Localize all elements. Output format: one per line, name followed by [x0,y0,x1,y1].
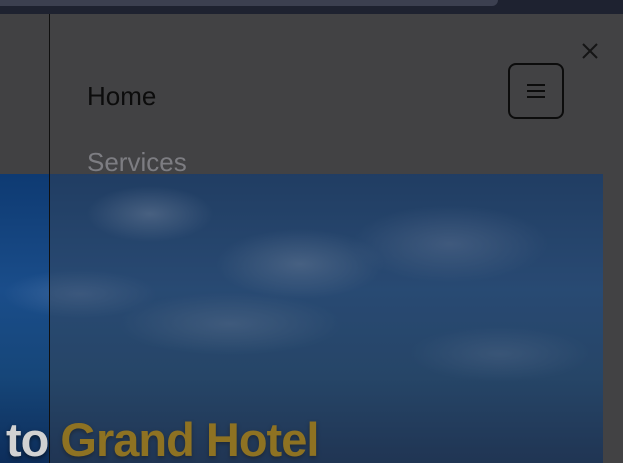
nav-item-services[interactable]: Services [87,149,187,175]
nav-item-home[interactable]: Home [87,83,156,109]
browser-toolbar [0,0,623,14]
close-icon[interactable] [579,40,601,62]
hamburger-menu-icon [527,84,545,98]
address-bar[interactable] [0,0,498,6]
nav-drawer: Home Services [49,14,623,463]
menu-toggle-button[interactable] [508,63,564,119]
